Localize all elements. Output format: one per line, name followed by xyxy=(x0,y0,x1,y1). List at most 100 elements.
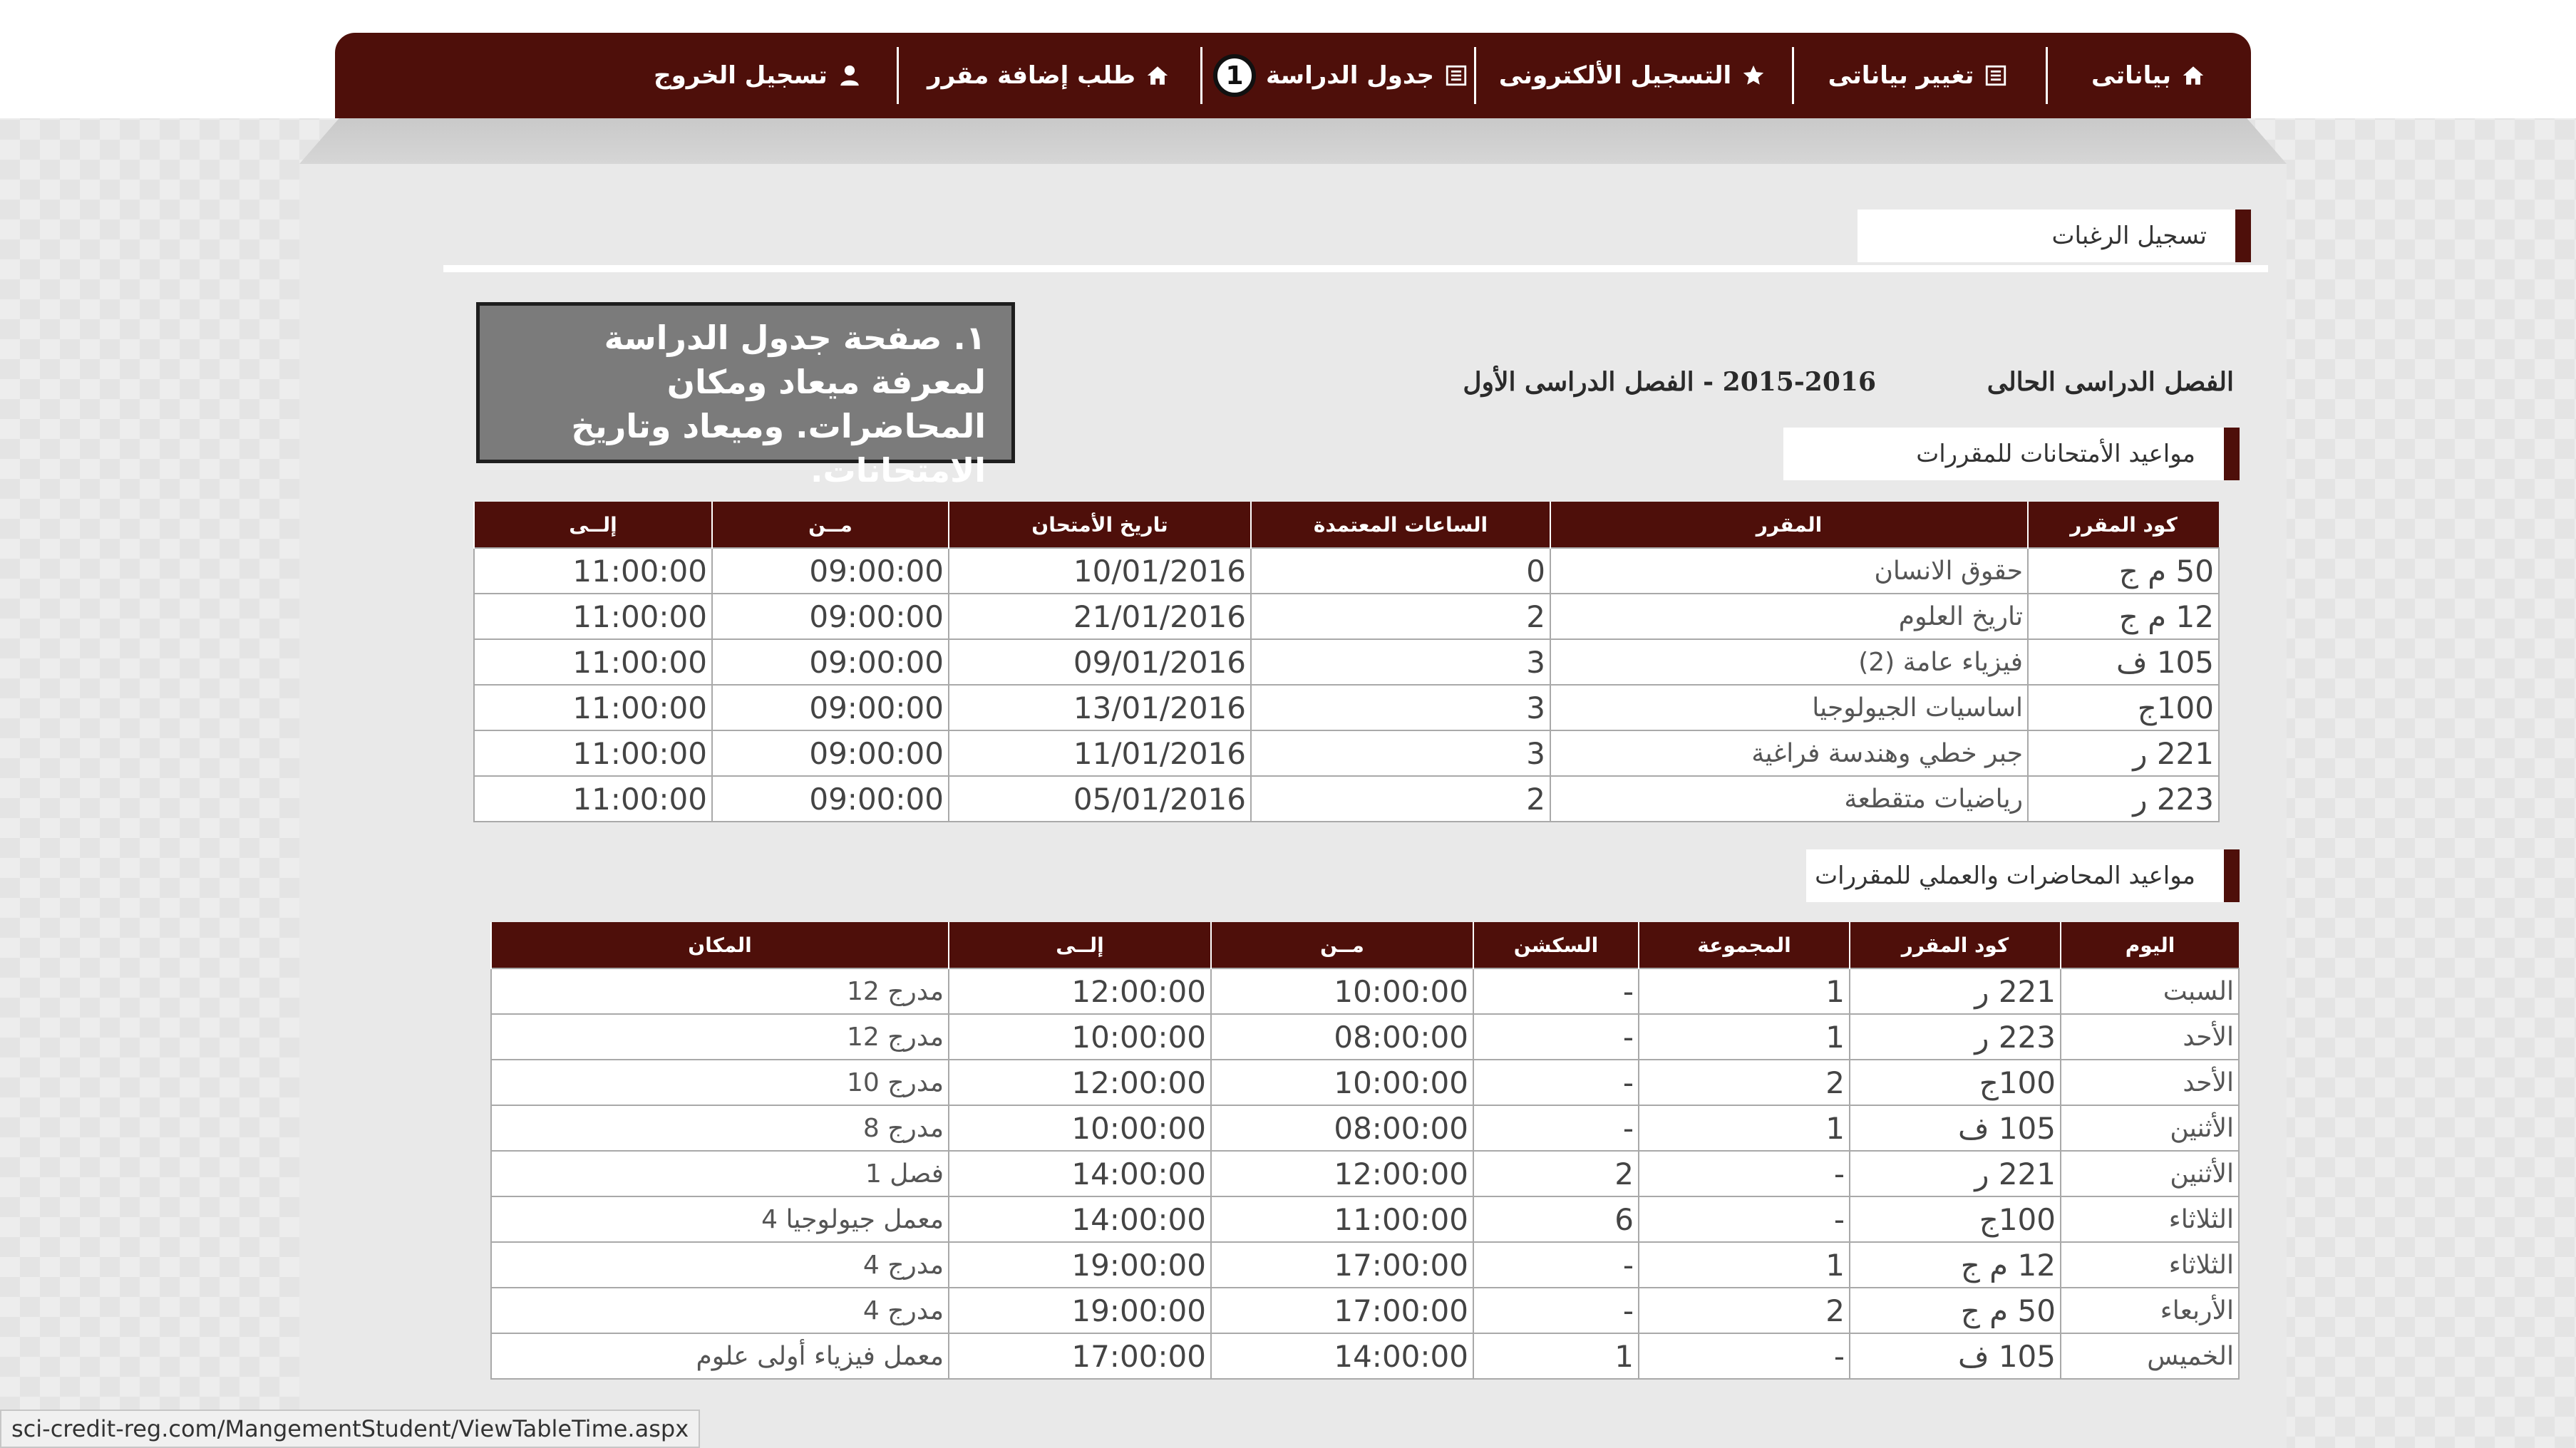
cell-day: الأحد xyxy=(2060,1059,2240,1106)
cell-section: - xyxy=(1473,1013,1639,1060)
browser-status-bar: sci-credit-reg.com/MangementStudent/View… xyxy=(0,1410,701,1448)
nav-item-e-registration[interactable]: التسجيل الألكترونى xyxy=(1474,33,1791,118)
cell-course-code: 50 م ج xyxy=(1849,1287,2061,1334)
cell-section: 2 xyxy=(1473,1150,1639,1197)
nav-item-study-schedule[interactable]: جدول الدراسة 1 xyxy=(1202,33,1473,118)
cell-exam-date: 05/01/2016 xyxy=(948,775,1252,822)
table-row: 100ج اساسيات الجيولوجيا 3 13/01/2016 09:… xyxy=(473,684,2220,731)
cell-from: 10:00:00 xyxy=(1210,1059,1474,1106)
table-row: الأحد 100ج 2 - 10:00:00 12:00:00 مدرج 10 xyxy=(490,1059,2240,1106)
table-row: الأثنين 221 ر - 2 12:00:00 14:00:00 فصل … xyxy=(490,1150,2240,1197)
cell-section: 1 xyxy=(1473,1333,1639,1380)
cell-course-code: 223 ر xyxy=(1849,1013,2061,1060)
cell-group: - xyxy=(1638,1196,1850,1243)
col-header-from: مــن xyxy=(1210,922,1473,968)
cell-location: مدرج 8 xyxy=(490,1105,949,1152)
divider-line xyxy=(443,265,2268,272)
cell-to: 17:00:00 xyxy=(948,1333,1212,1380)
home-icon xyxy=(2183,66,2204,85)
cell-section: - xyxy=(1473,968,1639,1015)
cell-from: 17:00:00 xyxy=(1210,1287,1474,1334)
table-header-row: اليوم كود المقرر المجموعة السكشن مــن إل… xyxy=(490,922,2239,968)
nav-item-label: طلب إضافة مقرر xyxy=(927,61,1135,90)
cell-to: 10:00:00 xyxy=(948,1013,1212,1060)
exams-title-text: مواعيد الأمتحانات للمقررات xyxy=(1916,440,2195,468)
table-row: 50 م ج حقوق الانسان 0 10/01/2016 09:00:0… xyxy=(473,547,2220,594)
semester-value: 2015-2016 - الفصل الدراسى الأول xyxy=(1463,361,1876,403)
cell-from: 09:00:00 xyxy=(711,730,949,777)
cell-exam-date: 09/01/2016 xyxy=(948,638,1252,686)
cell-to: 12:00:00 xyxy=(948,1059,1212,1106)
table-row: الأحد 223 ر 1 - 08:00:00 10:00:00 مدرج 1… xyxy=(490,1013,2240,1060)
nav-item-edit-data[interactable]: تغيير بياناتى xyxy=(1792,33,2044,118)
table-row: الأربعاء 50 م ج 2 - 17:00:00 19:00:00 مد… xyxy=(490,1287,2240,1334)
nav-item-my-data[interactable]: بياناتى xyxy=(2046,33,2251,118)
cell-section: - xyxy=(1473,1105,1639,1152)
nav-separator xyxy=(2046,47,2048,104)
cell-course-code: 223 ر xyxy=(2027,775,2220,822)
cell-course-code: 100ج xyxy=(1849,1059,2061,1106)
cell-course-code: 105 ف xyxy=(1849,1105,2061,1152)
cell-group: 1 xyxy=(1638,1013,1850,1060)
user-icon xyxy=(840,65,859,86)
cell-to: 11:00:00 xyxy=(473,638,713,686)
cell-location: مدرج 4 xyxy=(490,1287,949,1334)
cell-group: 1 xyxy=(1638,1105,1850,1152)
col-header-to: إلــى xyxy=(948,922,1211,968)
lectures-title-text: مواعيد المحاضرات والعملي للمقررات xyxy=(1815,862,2195,890)
cell-course-code: 221 ر xyxy=(1849,1150,2061,1197)
cell-day: الأحد xyxy=(2060,1013,2240,1060)
semester-label: الفصل الدراسى الحالى xyxy=(1987,361,2234,403)
cell-from: 17:00:00 xyxy=(1210,1241,1474,1288)
nav-item-add-course-request[interactable]: طلب إضافة مقرر xyxy=(898,33,1199,118)
nav-item-label: جدول الدراسة xyxy=(1266,61,1434,90)
cell-day: الأربعاء xyxy=(2060,1287,2240,1334)
cell-credit-hours: 3 xyxy=(1250,684,1551,731)
col-header-from: مــن xyxy=(711,502,949,548)
nav-item-label: بياناتى xyxy=(2091,61,2172,90)
cell-section: 6 xyxy=(1473,1196,1639,1243)
cell-course-code: 12 م ج xyxy=(1849,1241,2061,1288)
cell-course-code: 100ج xyxy=(1849,1196,2061,1243)
cell-day: السبت xyxy=(2060,968,2240,1015)
cell-credit-hours: 3 xyxy=(1250,730,1551,777)
list-icon xyxy=(1986,65,2006,86)
cell-to: 19:00:00 xyxy=(948,1241,1212,1288)
home-icon xyxy=(1147,66,1168,85)
section-title-lectures: مواعيد المحاضرات والعملي للمقررات xyxy=(1806,849,2240,902)
section-title-text: تسجيل الرغبات xyxy=(2051,222,2207,250)
annotation-callout: ١. صفحة جدول الدراسة لمعرفة ميعاد ومكان … xyxy=(476,302,1015,490)
cell-course-code: 221 ر xyxy=(2027,730,2220,777)
table-row: 105 ف فيزياء عامة (2) 3 09/01/2016 09:00… xyxy=(473,638,2220,686)
cell-from: 11:00:00 xyxy=(1210,1196,1474,1243)
cell-from: 09:00:00 xyxy=(711,775,949,822)
cell-credit-hours: 0 xyxy=(1250,547,1551,594)
table-row: 221 ر جبر خطي وهندسة فراغية 3 11/01/2016… xyxy=(473,730,2220,777)
list-icon xyxy=(1446,65,1467,86)
cell-section: - xyxy=(1473,1241,1639,1288)
col-header-to: إلــى xyxy=(473,502,712,548)
semester-value-text: 2015-2016 - الفصل الدراسى الأول xyxy=(1463,367,1876,397)
cell-course-code: 100ج xyxy=(2027,684,2220,731)
cell-course: رياضيات متقطعة xyxy=(1550,775,2029,822)
cell-credit-hours: 3 xyxy=(1250,638,1551,686)
cell-course-code: 50 م ج xyxy=(2027,547,2220,594)
col-header-group: المجموعة xyxy=(1638,922,1850,968)
cell-from: 12:00:00 xyxy=(1210,1150,1474,1197)
nav-item-label: تسجيل الخروج xyxy=(654,61,828,90)
cell-day: الخميس xyxy=(2060,1333,2240,1380)
cell-group: - xyxy=(1638,1150,1850,1197)
table-row: 223 ر رياضيات متقطعة 2 05/01/2016 09:00:… xyxy=(473,775,2220,822)
semester-label-text: الفصل الدراسى الحالى xyxy=(1987,367,2234,397)
nav-item-logout[interactable]: تسجيل الخروج xyxy=(620,33,895,118)
cell-location: فصل 1 xyxy=(490,1150,949,1197)
cell-location: معمل جيولوجيا 4 xyxy=(490,1196,949,1243)
cell-location: مدرج 12 xyxy=(490,968,949,1015)
cell-course-code: 105 ف xyxy=(2027,638,2220,686)
cell-credit-hours: 2 xyxy=(1250,593,1551,640)
cell-exam-date: 13/01/2016 xyxy=(948,684,1252,731)
nav-item-label: التسجيل الألكترونى xyxy=(1498,61,1732,90)
cell-course: اساسيات الجيولوجيا xyxy=(1550,684,2029,731)
col-header-credit-hours: الساعات المعتمدة xyxy=(1250,502,1550,548)
section-title-preferences: تسجيل الرغبات xyxy=(1858,210,2251,262)
